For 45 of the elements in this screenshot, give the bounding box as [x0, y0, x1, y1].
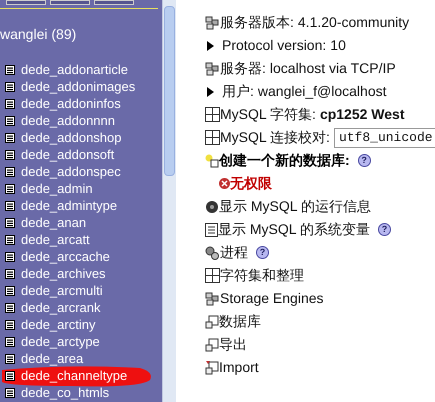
table-link[interactable]: dede_addoninfos	[21, 94, 121, 114]
table-link[interactable]: dede_admintype	[21, 196, 118, 216]
menu-link[interactable]: 字符集和整理	[220, 265, 304, 286]
table-link[interactable]: dede_addonsoft	[21, 144, 114, 164]
menu-link[interactable]: 导出	[219, 334, 247, 355]
menu-link[interactable]: 显示 MySQL 的系统变量	[218, 219, 370, 240]
info-label: MySQL 字符集:	[220, 105, 316, 124]
table-link[interactable]: dede_area	[21, 348, 84, 368]
error-message: 无权限	[230, 174, 272, 193]
table-link[interactable]: dede_arctiny	[21, 314, 96, 334]
info-value: wanglei_f@localhost	[258, 82, 387, 101]
menu-link[interactable]: Import	[219, 357, 259, 378]
table-link[interactable]: dede_admin	[21, 178, 93, 198]
database-name[interactable]: wanglei (89)	[0, 27, 162, 41]
collation-field[interactable]: utf8_unicode	[334, 128, 435, 148]
info-value: 4.1.20-community	[298, 13, 410, 32]
table-link[interactable]: dede_arccache	[21, 246, 110, 266]
table-link[interactable]: dede_addonarticle	[21, 60, 128, 80]
table-link[interactable]: dede_addonspec	[21, 162, 121, 182]
section-heading: 创建一个新的数据库:	[219, 151, 350, 170]
row-label: MySQL 连接校对:	[220, 128, 330, 147]
info-value: cp1252 West	[320, 105, 405, 124]
info-value: 10	[330, 36, 346, 55]
info-label: 服务器:	[220, 59, 266, 78]
help-icon[interactable]: ?	[378, 223, 391, 236]
table-link[interactable]: dede_archives	[21, 264, 106, 284]
info-label: Protocol version:	[222, 36, 326, 55]
table-link[interactable]: dede_arcrank	[21, 298, 100, 318]
table-link[interactable]: dede_addonnnn	[21, 110, 115, 130]
help-icon[interactable]: ?	[358, 154, 371, 167]
table-link[interactable]: dede_anan	[21, 212, 86, 232]
table-link[interactable]: dede_addonshop	[21, 128, 122, 148]
table-link[interactable]: dede_addonimages	[21, 76, 136, 96]
info-label: 用户:	[222, 82, 254, 101]
menu-link[interactable]: 进程	[220, 242, 248, 263]
table-link[interactable]: dede_co_htmls	[21, 382, 110, 402]
help-icon[interactable]: ?	[256, 246, 269, 259]
table-link[interactable]: dede_arcatt	[21, 230, 90, 250]
table-link[interactable]: dede_arctype	[21, 332, 100, 352]
menu-link[interactable]: 显示 MySQL 的运行信息	[219, 196, 371, 217]
menu-link[interactable]: Storage Engines	[220, 288, 324, 309]
menu-link[interactable]: 数据库	[219, 311, 261, 332]
table-link[interactable]: dede_arcmulti	[21, 280, 103, 300]
info-label: 服务器版本:	[220, 13, 294, 32]
info-value: localhost via TCP/IP	[270, 59, 396, 78]
